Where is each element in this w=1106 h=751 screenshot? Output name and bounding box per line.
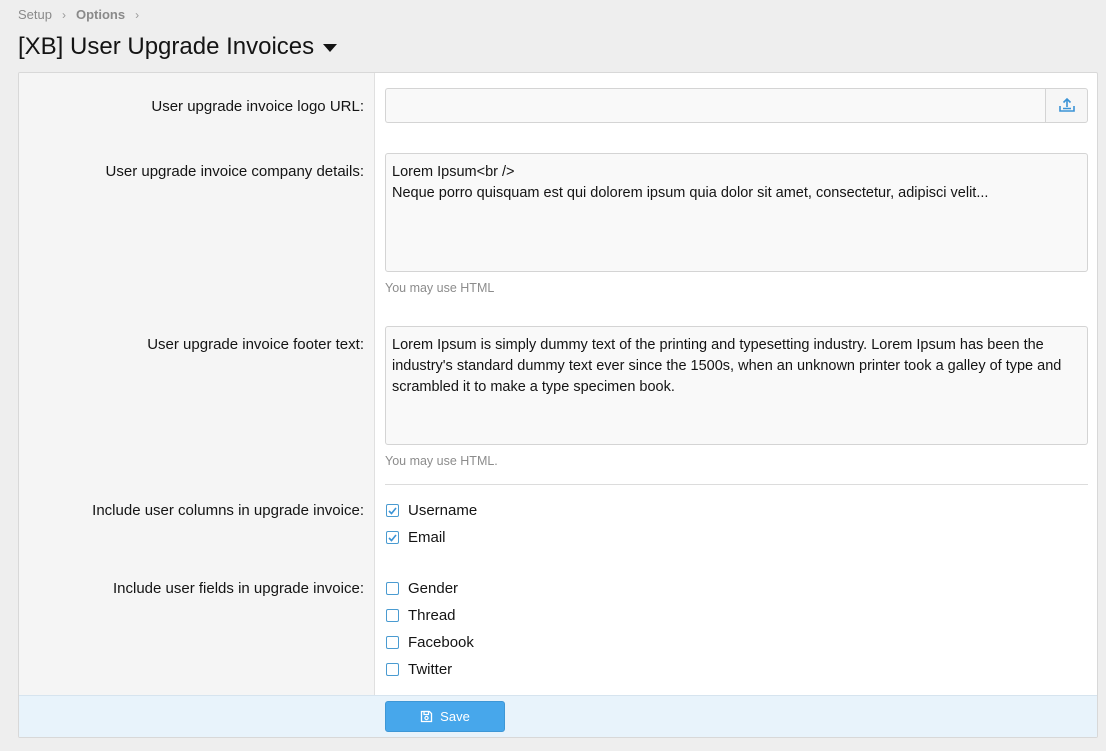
upload-button[interactable] (1045, 88, 1088, 123)
page-title-dropdown[interactable]: [XB] User Upgrade Invoices (18, 33, 338, 61)
checkbox-label: Twitter (408, 661, 453, 678)
checkbox-label: Facebook (408, 634, 474, 651)
logo-url-label: User upgrade invoice logo URL: (151, 98, 364, 115)
footer-text-label: User upgrade invoice footer text: (147, 336, 364, 353)
checkbox-thread[interactable]: Thread (385, 607, 456, 624)
footer-text-hint: You may use HTML. (385, 454, 498, 468)
checkbox-label: Thread (408, 607, 456, 624)
caret-down-icon (323, 44, 338, 52)
checkbox-label: Gender (408, 580, 459, 597)
checkbox-email[interactable]: Email (385, 529, 446, 546)
checkbox-twitter[interactable]: Twitter (385, 661, 452, 678)
user-fields-label: Include user fields in upgrade invoice: (113, 580, 364, 597)
company-details-textarea[interactable]: Lorem Ipsum<br /> Neque porro quisquam e… (385, 153, 1088, 272)
company-details-label: User upgrade invoice company details: (105, 163, 364, 180)
checkbox-facebook[interactable]: Facebook (385, 634, 474, 651)
form-submit-bar: Save (19, 695, 1097, 737)
checkbox-box[interactable] (386, 504, 399, 517)
checkmark-icon (388, 533, 397, 542)
checkbox-box[interactable] (386, 663, 399, 676)
chevron-right-icon: › (135, 7, 140, 22)
save-button-label: Save (440, 709, 470, 724)
breadcrumb-link-setup[interactable]: Setup (18, 7, 52, 22)
save-button[interactable]: Save (385, 701, 505, 732)
checkmark-icon (388, 506, 397, 515)
checkbox-label: Email (408, 529, 446, 546)
save-icon (421, 710, 433, 723)
checkbox-label: Username (408, 502, 478, 519)
checkbox-box[interactable] (386, 531, 399, 544)
label-column: User upgrade invoice logo URL: User upgr… (19, 73, 375, 695)
checkbox-box[interactable] (386, 636, 399, 649)
breadcrumb: Setup › Options › (18, 7, 149, 22)
chevron-right-icon: › (61, 7, 66, 22)
company-details-hint: You may use HTML (385, 281, 495, 295)
user-columns-label: Include user columns in upgrade invoice: (92, 502, 364, 519)
checkbox-gender[interactable]: Gender (385, 580, 458, 597)
page-title: [XB] User Upgrade Invoices (18, 33, 315, 60)
checkbox-box[interactable] (386, 609, 399, 622)
checkbox-box[interactable] (386, 582, 399, 595)
footer-text-textarea[interactable]: Lorem Ipsum is simply dummy text of the … (385, 326, 1088, 445)
upload-icon (1058, 97, 1075, 112)
section-divider (385, 484, 1088, 485)
breadcrumb-link-options[interactable]: Options (76, 7, 125, 22)
checkbox-username[interactable]: Username (385, 502, 477, 519)
logo-url-input[interactable] (385, 88, 1045, 123)
options-panel: User upgrade invoice logo URL: User upgr… (18, 72, 1098, 738)
